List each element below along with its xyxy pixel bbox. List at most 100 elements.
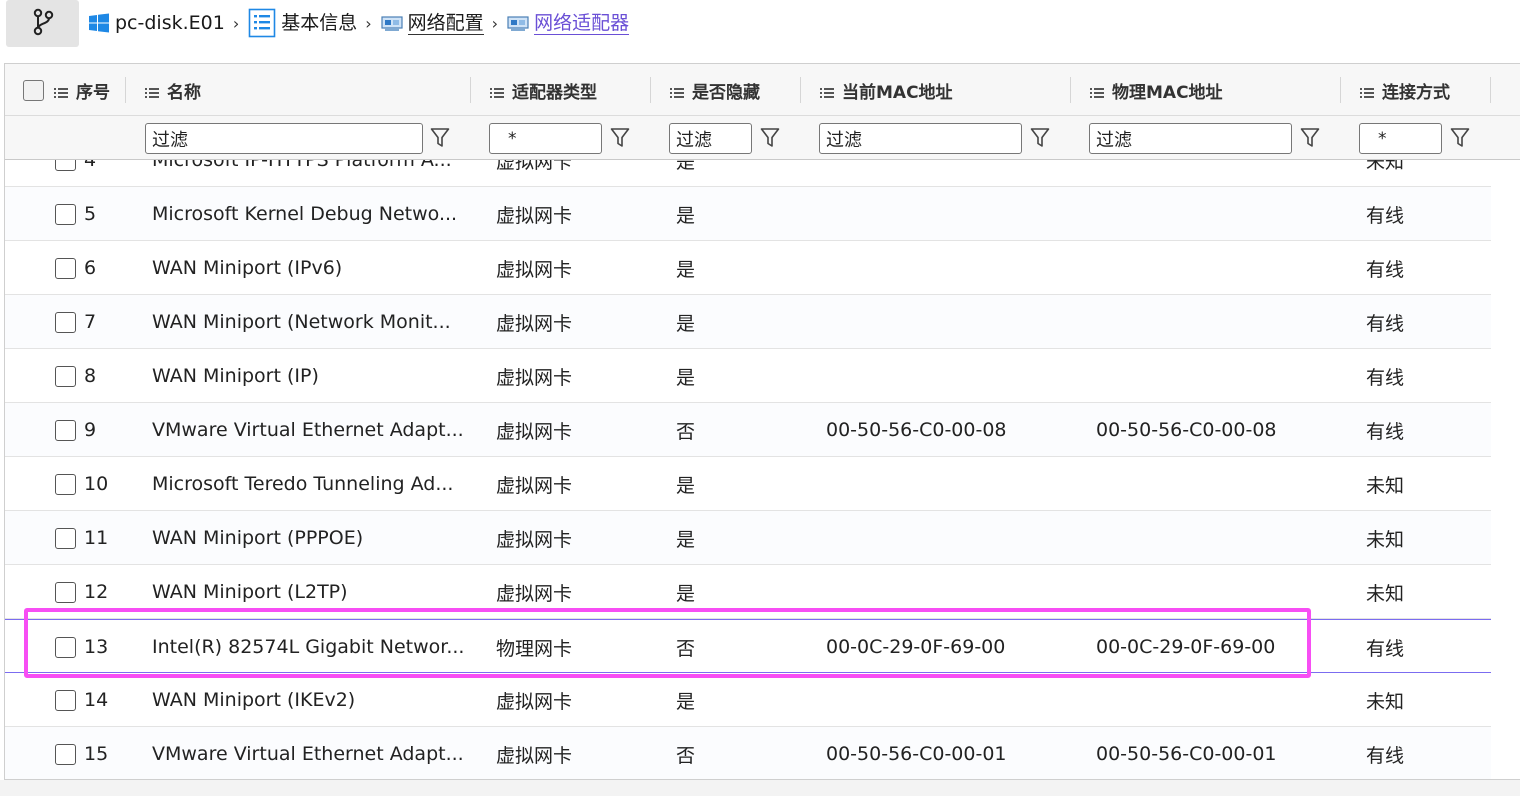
row-checkbox[interactable] xyxy=(55,203,76,225)
row-number: 5 xyxy=(84,203,97,225)
cell-connection: 有线 xyxy=(1366,312,1405,335)
cell-name: WAN Miniport (IKEv2) xyxy=(152,689,356,711)
adapter-table: 序号 名称 适配器类型 是否隐藏 当前MAC地址 物理MAC地址 连接方式 过滤… xyxy=(4,63,1520,780)
cell-name: Microsoft Teredo Tunneling Ad... xyxy=(152,473,454,495)
type-filter-input[interactable]: * xyxy=(489,123,602,154)
column-menu-icon[interactable] xyxy=(490,84,504,98)
column-header-no[interactable]: 序号 xyxy=(23,64,110,116)
cell-hidden: 是 xyxy=(676,204,696,227)
branch-button[interactable] xyxy=(6,0,79,47)
row-checkbox[interactable] xyxy=(55,419,76,441)
column-menu-icon[interactable] xyxy=(54,84,68,98)
row-checkbox[interactable] xyxy=(55,160,76,171)
table-row[interactable]: 8 WAN Miniport (IP) 虚拟网卡 是 有线 xyxy=(5,349,1491,403)
cell-mac xyxy=(826,673,1076,727)
vertical-scrollbar-track[interactable] xyxy=(1491,160,1520,779)
column-divider[interactable] xyxy=(470,77,471,103)
filter-icon[interactable] xyxy=(1298,126,1322,150)
hidden-filter-input[interactable]: 过滤 xyxy=(669,123,752,154)
row-checkbox[interactable] xyxy=(55,365,76,387)
cell-no: 12 xyxy=(55,565,135,619)
column-menu-icon[interactable] xyxy=(1090,84,1104,98)
row-checkbox[interactable] xyxy=(55,581,76,603)
select-all-checkbox[interactable] xyxy=(23,79,44,101)
table-row[interactable]: 14 WAN Miniport (IKEv2) 虚拟网卡 是 未知 xyxy=(5,673,1491,727)
table-row-selected[interactable]: 13 Intel(R) 82574L Gigabit Networ... 物理网… xyxy=(5,619,1491,673)
table-row[interactable]: 7 WAN Miniport (Network Monit... 虚拟网卡 是 … xyxy=(5,295,1491,349)
column-header-connection[interactable]: 连接方式 xyxy=(1360,64,1450,116)
table-row[interactable]: 9 VMware Virtual Ethernet Adapt... 虚拟网卡 … xyxy=(5,403,1491,457)
column-divider[interactable] xyxy=(125,77,126,103)
column-header-mac[interactable]: 当前MAC地址 xyxy=(820,64,953,116)
row-checkbox[interactable] xyxy=(55,257,76,279)
cell-name: Intel(R) 82574L Gigabit Networ... xyxy=(152,636,465,658)
filter-icon[interactable] xyxy=(1028,126,1052,150)
cell-mac xyxy=(826,187,1076,241)
cell-physical-mac xyxy=(1096,511,1346,565)
column-divider[interactable] xyxy=(1490,77,1491,103)
cell-name: WAN Miniport (Network Monit... xyxy=(152,311,451,333)
cell-mac xyxy=(826,457,1076,511)
table-row[interactable]: 4 Microsoft IP-HTTPS Platform A... 虚拟网卡 … xyxy=(5,160,1491,187)
filter-icon[interactable] xyxy=(428,126,452,150)
mac-filter-input[interactable]: 过滤 xyxy=(819,123,1022,154)
column-label: 序号 xyxy=(76,82,110,103)
cell-connection: 未知 xyxy=(1366,582,1405,605)
breadcrumb-label: 网络配置 xyxy=(407,11,484,35)
table-row[interactable]: 15 VMware Virtual Ethernet Adapt... 虚拟网卡… xyxy=(5,727,1491,779)
windows-logo-icon xyxy=(88,12,110,34)
row-number: 11 xyxy=(84,527,109,549)
breadcrumb-item-disk[interactable]: pc-disk.E01 xyxy=(88,12,225,34)
table-row[interactable]: 10 Microsoft Teredo Tunneling Ad... 虚拟网卡… xyxy=(5,457,1491,511)
row-number: 4 xyxy=(84,160,97,171)
breadcrumb-label: 基本信息 xyxy=(281,12,358,34)
row-checkbox[interactable] xyxy=(55,743,76,765)
column-menu-icon[interactable] xyxy=(1360,84,1374,98)
column-label: 当前MAC地址 xyxy=(842,82,953,103)
cell-no: 10 xyxy=(55,457,135,511)
row-checkbox[interactable] xyxy=(55,689,76,711)
connection-filter-input[interactable]: * xyxy=(1359,123,1442,154)
column-divider[interactable] xyxy=(800,77,801,103)
column-divider[interactable] xyxy=(1340,77,1341,103)
cell-no: 13 xyxy=(55,620,135,674)
column-header-name[interactable]: 名称 xyxy=(145,64,201,116)
cell-physical-mac xyxy=(1096,673,1346,727)
column-header-physical-mac[interactable]: 物理MAC地址 xyxy=(1090,64,1223,116)
filter-icon[interactable] xyxy=(758,126,782,150)
row-checkbox[interactable] xyxy=(55,636,76,658)
breadcrumb-item-basic-info[interactable]: 基本信息 xyxy=(248,8,357,38)
row-number: 7 xyxy=(84,311,97,333)
cell-no: 7 xyxy=(55,295,135,349)
cell-mac: 00-0C-29-0F-69-00 xyxy=(826,636,1006,658)
row-checkbox[interactable] xyxy=(55,527,76,549)
table-row[interactable]: 12 WAN Miniport (L2TP) 虚拟网卡 是 未知 xyxy=(5,565,1491,619)
row-number: 6 xyxy=(84,257,97,279)
column-divider[interactable] xyxy=(1070,77,1071,103)
column-menu-icon[interactable] xyxy=(670,84,684,98)
cell-mac: 00-50-56-C0-00-01 xyxy=(826,743,1007,765)
column-menu-icon[interactable] xyxy=(820,84,834,98)
row-checkbox[interactable] xyxy=(55,473,76,495)
table-row[interactable]: 11 WAN Miniport (PPPOE) 虚拟网卡 是 未知 xyxy=(5,511,1491,565)
column-header-type[interactable]: 适配器类型 xyxy=(490,64,597,116)
filter-icon[interactable] xyxy=(608,126,632,150)
physical-mac-filter-input[interactable]: 过滤 xyxy=(1089,123,1292,154)
cell-hidden: 否 xyxy=(676,744,696,767)
row-checkbox[interactable] xyxy=(55,311,76,333)
column-header-hidden[interactable]: 是否隐藏 xyxy=(670,64,760,116)
filter-icon[interactable] xyxy=(1448,126,1472,150)
name-filter-input[interactable]: 过滤 xyxy=(145,123,423,154)
cell-no: 14 xyxy=(55,673,135,727)
column-divider[interactable] xyxy=(650,77,651,103)
breadcrumb-item-network-adapter[interactable]: 网络适配器 xyxy=(507,12,630,35)
breadcrumb-item-network-config[interactable]: 网络配置 xyxy=(381,12,484,35)
column-label: 是否隐藏 xyxy=(692,82,760,103)
table-row[interactable]: 6 WAN Miniport (IPv6) 虚拟网卡 是 有线 xyxy=(5,241,1491,295)
column-menu-icon[interactable] xyxy=(145,84,159,98)
cell-name: WAN Miniport (IP) xyxy=(152,365,319,387)
cell-physical-mac xyxy=(1096,241,1346,295)
breadcrumb-bar: pc-disk.E01 › 基本信息 › 网络配置 › 网络适配器 xyxy=(0,0,1520,50)
table-row[interactable]: 5 Microsoft Kernel Debug Netwo... 虚拟网卡 是… xyxy=(5,187,1491,241)
cell-name: WAN Miniport (L2TP) xyxy=(152,581,348,603)
